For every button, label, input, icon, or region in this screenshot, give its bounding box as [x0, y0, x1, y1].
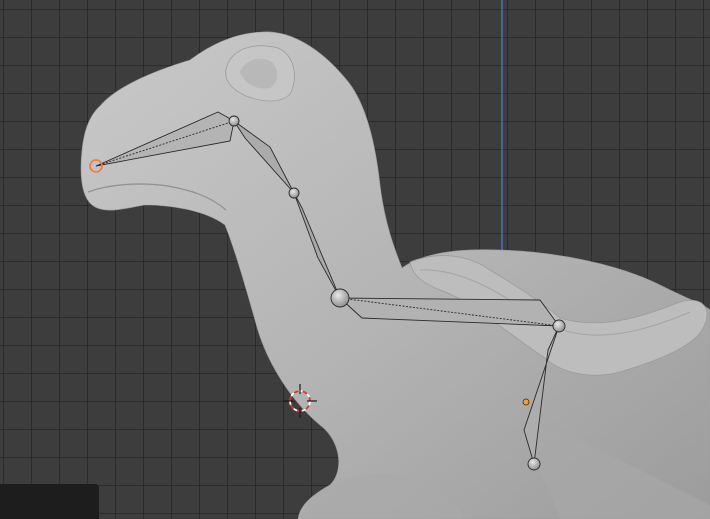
- joint-leg-end[interactable]: [527, 457, 541, 471]
- creature-mesh[interactable]: [80, 31, 710, 519]
- joint-head[interactable]: [228, 115, 240, 127]
- 3d-viewport[interactable]: [0, 0, 710, 519]
- viewport-canvas[interactable]: [0, 0, 710, 519]
- joint-neck[interactable]: [288, 187, 300, 199]
- viewport-corner-panel: [0, 484, 99, 519]
- object-origin[interactable]: [522, 398, 530, 406]
- mesh-body[interactable]: [80, 31, 710, 519]
- joint-shoulder[interactable]: [552, 319, 566, 333]
- joint-neck-base[interactable]: [330, 288, 350, 308]
